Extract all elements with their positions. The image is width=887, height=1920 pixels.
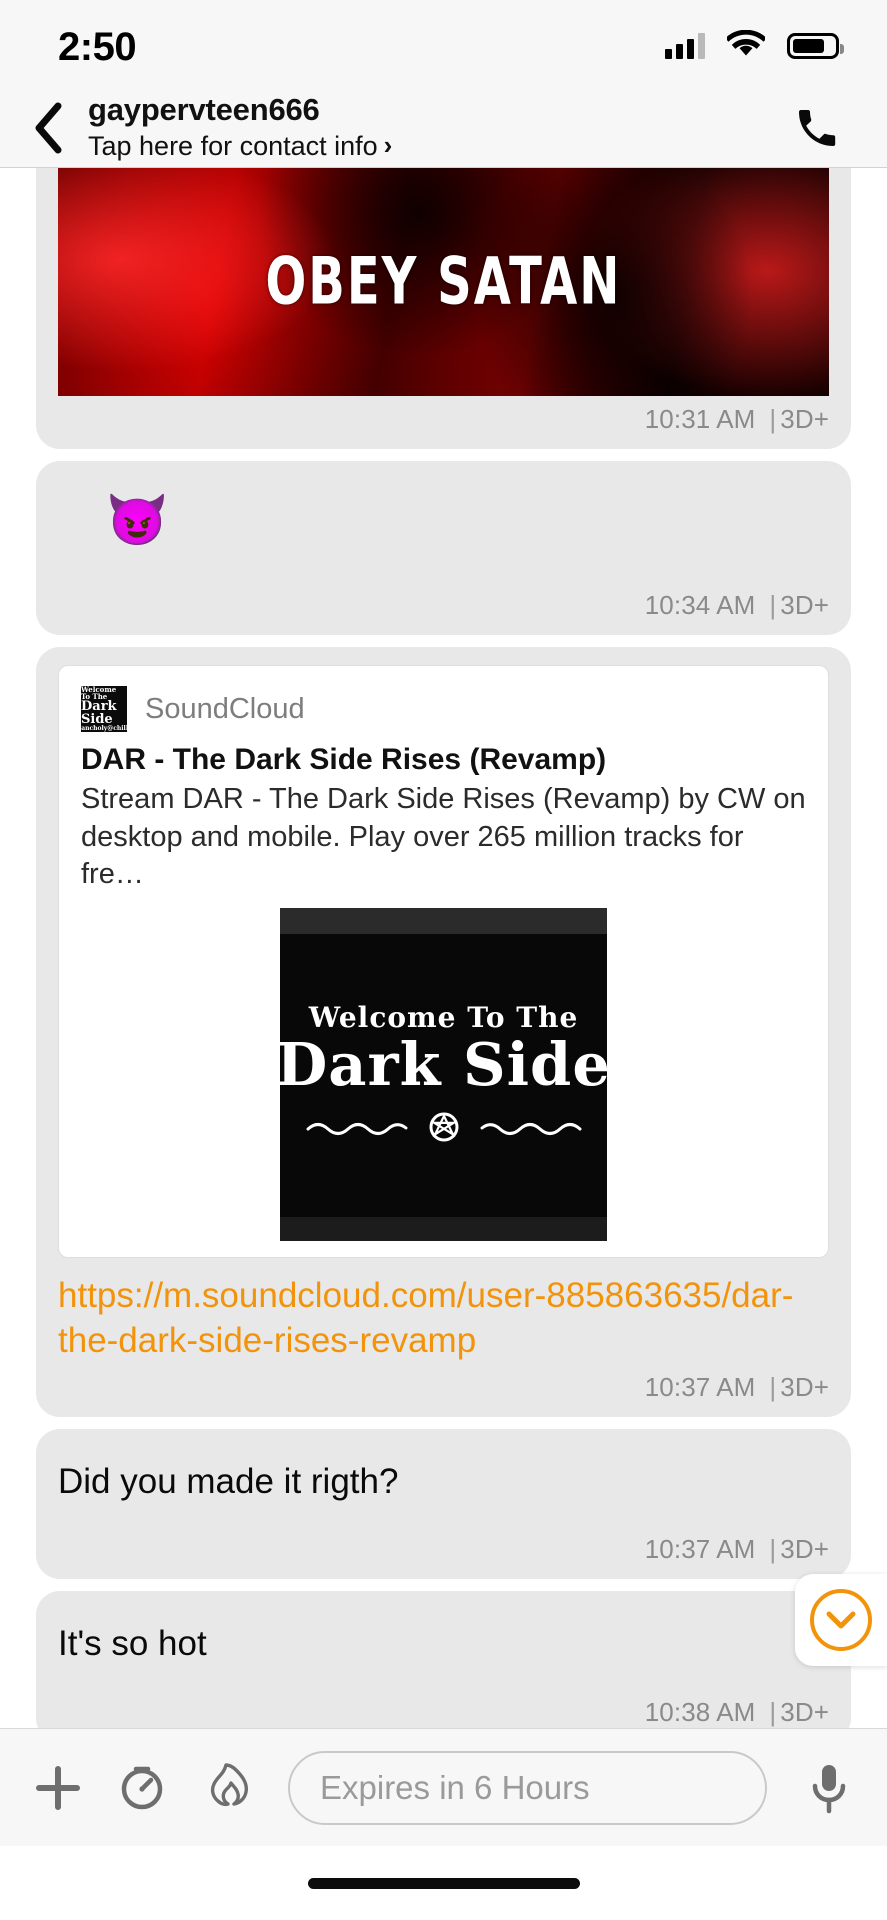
message-composer: Expires in 6 Hours xyxy=(0,1728,887,1846)
disappearing-timer-icon[interactable] xyxy=(114,1760,170,1816)
link-preview-artwork: Welcome To The Dark Side xyxy=(280,908,607,1242)
wifi-icon xyxy=(725,29,767,63)
message-meta: 10:31 AM | 3D+ xyxy=(58,396,829,439)
plus-icon[interactable] xyxy=(30,1760,86,1816)
meta-separator: | xyxy=(769,404,777,434)
message-meta: 10:34 AM | 3D+ xyxy=(58,582,829,625)
flame-icon[interactable] xyxy=(198,1760,254,1816)
link-preview-site: SoundCloud xyxy=(145,692,305,725)
phone-screen: 2:50 gaypervteen666 Tap here for contact… xyxy=(0,0,887,1920)
message-expiry: 3D+ xyxy=(780,590,829,620)
message-meta: 10:38 AM | 3D+ xyxy=(58,1689,829,1728)
back-chevron-icon[interactable] xyxy=(18,98,78,158)
meta-separator: | xyxy=(769,1696,777,1727)
favicon-line-2: Dark Side xyxy=(81,699,117,727)
signal-bars-icon xyxy=(665,33,705,59)
favicon-line-3: melancholy@chillout xyxy=(81,725,127,732)
message-meta: 10:37 AM | 3D+ xyxy=(36,1364,851,1407)
chevron-down-circle-icon xyxy=(810,1589,872,1651)
link-preview-wrapper: Welcome To The Dark Side melancholy@chil… xyxy=(36,647,851,1364)
message-time: 10:38 AM xyxy=(644,1696,756,1727)
meta-separator: | xyxy=(769,1371,777,1402)
message-time: 10:31 AM xyxy=(644,404,756,434)
home-indicator[interactable] xyxy=(307,1877,580,1889)
message-bubble-text[interactable]: Did you made it rigth? 10:37 AM | 3D+ xyxy=(36,1428,851,1580)
meta-separator: | xyxy=(769,1534,777,1565)
scroll-to-bottom-button[interactable] xyxy=(795,1574,887,1666)
link-preview-title: DAR - The Dark Side Rises (Revamp) xyxy=(81,743,607,776)
message-thread[interactable]: OBEY SATAN 10:31 AM | 3D+ 😈 10:34 AM | 3D+ W… xyxy=(0,168,887,1728)
phone-call-icon[interactable] xyxy=(787,98,847,158)
message-meta: 10:37 AM | 3D+ xyxy=(58,1526,829,1569)
message-bubble-link[interactable]: Welcome To The Dark Side melancholy@chil… xyxy=(36,647,851,1417)
photo-attachment[interactable]: OBEY SATAN xyxy=(58,168,829,396)
emoji-content: 😈 xyxy=(106,492,169,548)
microphone-icon[interactable] xyxy=(801,1760,857,1816)
photo-caption-text: OBEY SATAN xyxy=(265,244,622,320)
contact-info-label: Tap here for contact info xyxy=(88,130,378,161)
message-input-placeholder: Expires in 6 Hours xyxy=(320,1768,590,1806)
chevron-right-icon: › xyxy=(383,130,393,161)
link-preview-header: Welcome To The Dark Side melancholy@chil… xyxy=(81,686,806,732)
status-time: 2:50 xyxy=(58,24,137,69)
message-bubble-photo[interactable]: OBEY SATAN 10:31 AM | 3D+ xyxy=(36,168,851,449)
message-input[interactable]: Expires in 6 Hours xyxy=(288,1750,767,1825)
message-expiry: 3D+ xyxy=(780,1696,829,1727)
soundcloud-favicon-icon: Welcome To The Dark Side melancholy@chil… xyxy=(81,686,127,732)
pentagram-scroll-ornament-icon xyxy=(304,1109,584,1148)
message-bubble-text[interactable]: It's so hot 10:38 AM | 3D+ xyxy=(36,1591,851,1728)
home-indicator-area xyxy=(0,1846,887,1920)
meta-separator: | xyxy=(769,590,777,620)
contact-info-link[interactable]: Tap here for contact info › xyxy=(88,130,392,162)
message-bubble-emoji[interactable]: 😈 10:34 AM | 3D+ xyxy=(36,461,851,635)
battery-icon xyxy=(787,33,844,59)
page-title: gaypervteen666 xyxy=(88,91,320,127)
link-preview-card[interactable]: Welcome To The Dark Side melancholy@chil… xyxy=(58,665,829,1259)
chat-header: gaypervteen666 Tap here for contact info… xyxy=(0,88,887,168)
link-preview-description: Stream DAR - The Dark Side Rises (Revamp… xyxy=(81,783,806,891)
message-expiry: 3D+ xyxy=(780,404,829,434)
favicon-line-1: Welcome To The xyxy=(81,686,117,701)
message-expiry: 3D+ xyxy=(780,1371,829,1402)
status-bar: 2:50 xyxy=(0,0,887,88)
message-text: It's so hot xyxy=(58,1624,207,1664)
artwork-line-2: Dark Side xyxy=(280,1030,607,1100)
message-time: 10:37 AM xyxy=(644,1534,756,1565)
message-time: 10:34 AM xyxy=(644,590,756,620)
status-indicators xyxy=(665,29,844,63)
message-text: Did you made it rigth? xyxy=(58,1461,399,1501)
message-time: 10:37 AM xyxy=(644,1371,756,1402)
header-titles[interactable]: gaypervteen666 Tap here for contact info… xyxy=(88,91,392,162)
message-link-url[interactable]: https://m.soundcloud.com/user-885863635/… xyxy=(58,1258,829,1364)
message-expiry: 3D+ xyxy=(780,1534,829,1565)
